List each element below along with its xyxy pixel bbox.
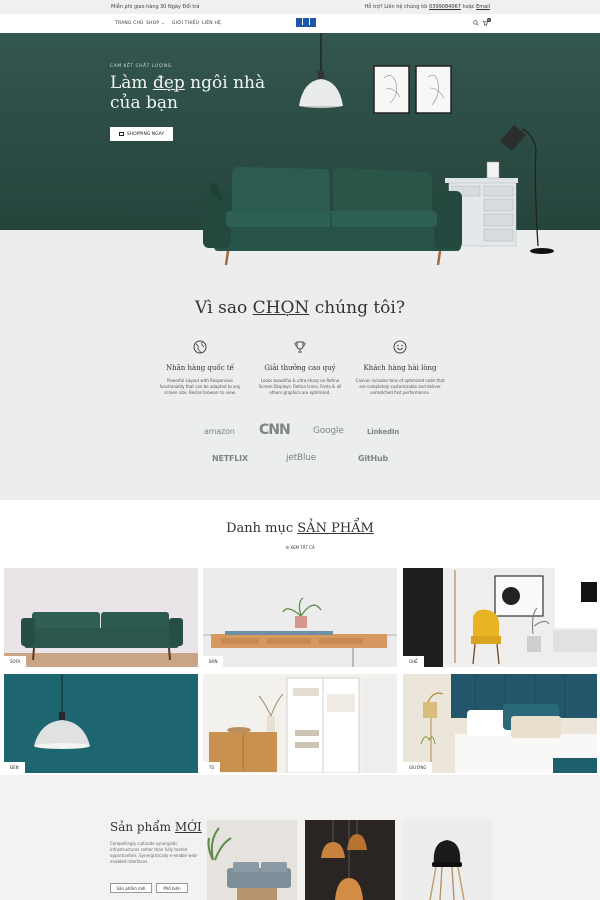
brand-logo-jetblue: jetBlue [286, 453, 317, 463]
category-label: Ghế [403, 656, 424, 667]
category-label: Bàn [203, 656, 224, 667]
brand-logo-amazon: amazon [204, 427, 235, 436]
brand-logo-linkedin: LinkedIn [367, 428, 400, 436]
product-image-black-chair [402, 820, 492, 900]
category-tile-cabinet[interactable]: Tủ [203, 674, 397, 773]
product-image-living-room [207, 820, 297, 900]
nav-item-contact[interactable]: Liên hệ [202, 21, 221, 26]
cabinet-image [203, 674, 397, 773]
free-shipping-text: Miễn phí giao hàng [111, 4, 159, 10]
hero-furniture-image [203, 33, 554, 266]
why-title: Vì sao CHỌN chúng tôi? [195, 298, 405, 318]
category-tile-table[interactable]: Bàn [203, 568, 397, 667]
sofa-image [4, 612, 198, 667]
lamp-image [4, 674, 198, 773]
feature-international-brands: Nhãn hàng quốc tế Powerful Layout with R… [155, 340, 245, 396]
brand-logo-github: GitHub [358, 454, 389, 463]
table-image [203, 568, 397, 667]
nav-item-about[interactable]: Giới thiệu [172, 21, 199, 26]
category-label: Giường [403, 762, 433, 773]
category-label: Sofa [4, 656, 27, 667]
tab-popular[interactable]: Phổ biến [156, 883, 188, 893]
product-card[interactable] [207, 820, 297, 900]
top-bar: Miễn phí giao hàng 30 Ngày Đổi trả Hỗ tr… [0, 0, 600, 14]
chair-image [403, 568, 597, 667]
product-card[interactable] [402, 820, 492, 900]
returns-text: 30 Ngày Đổi trả [160, 4, 200, 10]
nav-item-home[interactable]: Trang chủ [115, 21, 144, 26]
product-image-pendant-lamps [305, 820, 395, 900]
brand-logo-cnn: CNN [259, 422, 291, 438]
email-link[interactable]: Email [476, 4, 490, 10]
category-tile-lamp[interactable]: Đèn [4, 674, 198, 773]
categories-title: Danh mục SẢN PHẨM [226, 521, 374, 536]
brand-logo-google: Google [313, 426, 344, 436]
feature-awards: Giải thưởng cao quý Looks beautiful & ul… [255, 340, 345, 396]
category-tile-bed[interactable]: Giường [403, 674, 597, 773]
product-card[interactable] [305, 820, 395, 900]
logo[interactable] [296, 18, 316, 28]
new-products-title: Sản phẩm MỚI [110, 820, 202, 834]
new-products-description: Compellingly cultivate synergistic infra… [110, 841, 198, 864]
chevron-down-icon: ⌄ [160, 21, 165, 26]
support-text: Hỗ trợ? Liên hệ chúng tôi 0399084067 hoặ… [364, 4, 490, 10]
phone-link[interactable]: 0399084067 [429, 4, 461, 10]
globe-icon [193, 340, 207, 354]
smiley-icon [393, 340, 407, 354]
main-nav: Trang chủ Shop ⌄ Giới thiệu Liên hệ 0 [0, 14, 600, 33]
category-label: Tủ [203, 762, 221, 773]
category-tile-chair[interactable]: Ghế [403, 568, 597, 667]
cart-count-badge: 0 [487, 18, 491, 22]
tab-new-products[interactable]: Sản phẩm mới [110, 883, 152, 893]
feature-happy-customers: Khách hàng hài lòng Canvas includes tons… [355, 340, 445, 396]
brand-logo-netflix: NETFLIX [212, 454, 248, 463]
menu-icon: ☰ [285, 545, 289, 550]
search-icon[interactable] [473, 20, 479, 26]
category-tile-sofa[interactable]: Sofa [4, 568, 198, 667]
see-all-link[interactable]: ☰ Xem tất cả [0, 545, 600, 550]
category-label: Đèn [4, 762, 25, 773]
trophy-icon [294, 341, 306, 353]
nav-item-shop[interactable]: Shop ⌄ [146, 21, 165, 26]
bed-image [403, 674, 597, 773]
new-products-section [0, 775, 600, 900]
